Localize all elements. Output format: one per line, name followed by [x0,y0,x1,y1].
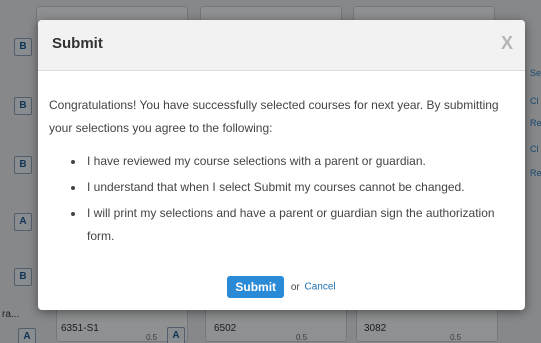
agreement-list: I have reviewed my course selections wit… [49,150,509,248]
dialog-header: Submit X [38,20,525,71]
agreement-item: I understand that when I select Submit m… [85,176,509,199]
dialog-intro-text: Congratulations! You have successfully s… [49,98,499,135]
dialog-body: Congratulations! You have successfully s… [49,94,509,251]
dialog-title: Submit [52,35,103,52]
or-text: or [290,281,300,293]
agreement-item: I have reviewed my course selections wit… [85,150,509,173]
cancel-link[interactable]: Cancel [305,282,336,293]
submit-dialog: Submit X Congratulations! You have succe… [38,20,525,310]
dialog-footer: Submit or Cancel [38,276,525,302]
close-icon[interactable]: X [501,33,513,54]
submit-button[interactable]: Submit [227,276,285,298]
agreement-item: I will print my selections and have a pa… [85,202,509,248]
